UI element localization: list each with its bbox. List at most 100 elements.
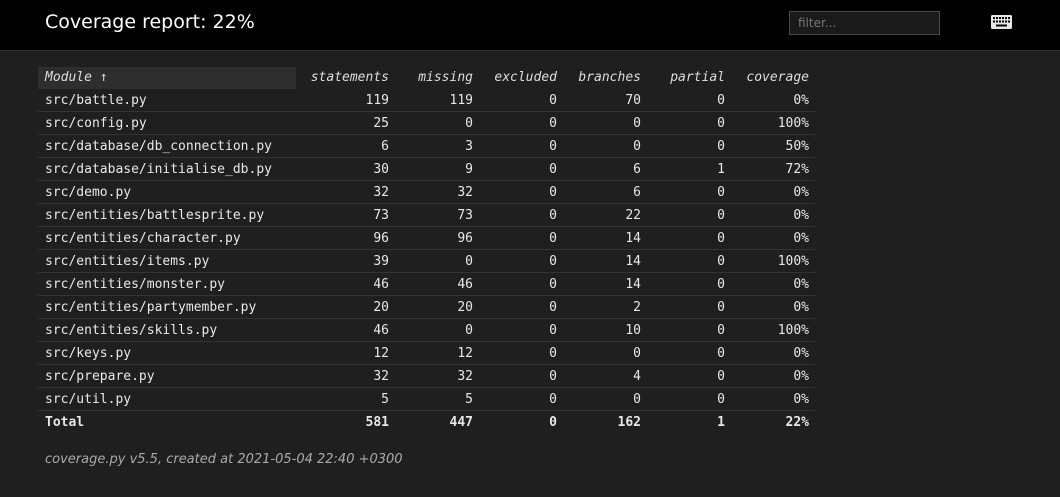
coverage-cell: 100% <box>777 322 809 338</box>
missing-cell: 9 <box>465 161 473 177</box>
coverage-cell: 0% <box>793 368 809 384</box>
missing-cell: 73 <box>457 207 473 223</box>
table-row[interactable]: src/database/db_connection.py 6 3 0 0 0 50% <box>38 135 815 158</box>
branches-cell: 6 <box>633 184 641 200</box>
statements-cell: 46 <box>373 322 389 338</box>
module-link[interactable]: src/keys.py <box>38 346 296 361</box>
branches-cell: 0 <box>633 345 641 361</box>
table-row[interactable]: src/entities/character.py 96 96 0 14 0 0% <box>38 227 815 250</box>
statements-cell: 46 <box>373 276 389 292</box>
module-link[interactable]: src/database/db_connection.py <box>38 139 296 154</box>
column-header-branches[interactable]: branches <box>557 70 641 85</box>
branches-cell: 14 <box>625 230 641 246</box>
column-header-coverage[interactable]: coverage <box>725 70 815 85</box>
partial-cell: 1 <box>717 161 725 177</box>
report-header: Coverage report: 22% <box>0 0 1060 51</box>
total-missing: 447 <box>449 415 473 430</box>
table-header: Module ↑ statements missing excluded bra… <box>38 66 815 89</box>
module-link[interactable]: src/util.py <box>38 392 296 407</box>
missing-cell: 32 <box>457 184 473 200</box>
table-body: src/battle.py 119 119 0 70 0 0% src/config.py 25… <box>38 89 815 411</box>
column-header-partial[interactable]: partial <box>641 70 725 85</box>
total-coverage: 22% <box>785 415 809 430</box>
column-header-excluded[interactable]: excluded <box>473 70 557 85</box>
missing-cell: 0 <box>465 115 473 131</box>
partial-cell: 0 <box>717 345 725 361</box>
missing-cell: 3 <box>465 138 473 154</box>
column-header-statements[interactable]: statements <box>296 70 389 85</box>
statements-cell: 32 <box>373 368 389 384</box>
table-row[interactable]: src/config.py 25 0 0 0 0 100% <box>38 112 815 135</box>
coverage-cell: 0% <box>793 184 809 200</box>
statements-cell: 39 <box>373 253 389 269</box>
module-link[interactable]: src/entities/items.py <box>38 254 296 269</box>
table-row[interactable]: src/prepare.py 32 32 0 4 0 0% <box>38 365 815 388</box>
statements-cell: 6 <box>381 138 389 154</box>
module-link[interactable]: src/database/initialise_db.py <box>38 162 296 177</box>
excluded-cell: 0 <box>549 322 557 338</box>
partial-cell: 0 <box>717 368 725 384</box>
partial-cell: 0 <box>717 322 725 338</box>
missing-cell: 12 <box>457 345 473 361</box>
module-link[interactable]: src/demo.py <box>38 185 296 200</box>
excluded-cell: 0 <box>549 299 557 315</box>
partial-cell: 0 <box>717 138 725 154</box>
total-branches: 162 <box>617 415 641 430</box>
excluded-cell: 0 <box>549 276 557 292</box>
coverage-table: Module ↑ statements missing excluded bra… <box>38 66 815 434</box>
module-link[interactable]: src/entities/battlesprite.py <box>38 208 296 223</box>
page-title: Coverage report: 22% <box>45 11 255 33</box>
excluded-cell: 0 <box>549 161 557 177</box>
coverage-cell: 0% <box>793 207 809 223</box>
branches-cell: 4 <box>633 368 641 384</box>
missing-cell: 20 <box>457 299 473 315</box>
table-row[interactable]: src/entities/skills.py 46 0 0 10 0 100% <box>38 319 815 342</box>
module-link[interactable]: src/battle.py <box>38 93 296 108</box>
excluded-cell: 0 <box>549 230 557 246</box>
module-link[interactable]: src/entities/skills.py <box>38 323 296 338</box>
module-link[interactable]: src/entities/partymember.py <box>38 300 296 315</box>
coverage-cell: 50% <box>785 138 809 154</box>
branches-cell: 0 <box>633 115 641 131</box>
module-link[interactable]: src/entities/monster.py <box>38 277 296 292</box>
branches-cell: 14 <box>625 276 641 292</box>
table-row[interactable]: src/database/initialise_db.py 30 9 0 6 1 72% <box>38 158 815 181</box>
coverage-cell: 0% <box>793 391 809 407</box>
branches-cell: 2 <box>633 299 641 315</box>
statements-cell: 25 <box>373 115 389 131</box>
branches-cell: 10 <box>625 322 641 338</box>
statements-cell: 96 <box>373 230 389 246</box>
coverage-cell: 100% <box>777 253 809 269</box>
module-link[interactable]: src/prepare.py <box>38 369 296 384</box>
statements-cell: 32 <box>373 184 389 200</box>
module-link[interactable]: src/entities/character.py <box>38 231 296 246</box>
column-header-module[interactable]: Module ↑ <box>38 66 296 89</box>
excluded-cell: 0 <box>549 368 557 384</box>
table-row[interactable]: src/battle.py 119 119 0 70 0 0% <box>38 89 815 112</box>
statements-cell: 12 <box>373 345 389 361</box>
missing-cell: 5 <box>465 391 473 407</box>
table-row[interactable]: src/entities/items.py 39 0 0 14 0 100% <box>38 250 815 273</box>
statements-cell: 119 <box>365 92 389 108</box>
branches-cell: 0 <box>633 391 641 407</box>
keyboard-icon[interactable] <box>991 15 1012 29</box>
filter-input[interactable] <box>789 11 940 35</box>
statements-cell: 73 <box>373 207 389 223</box>
column-header-missing[interactable]: missing <box>389 70 473 85</box>
excluded-cell: 0 <box>549 138 557 154</box>
total-label: Total <box>45 415 85 430</box>
branches-cell: 0 <box>633 138 641 154</box>
table-row[interactable]: src/util.py 5 5 0 0 0 0% <box>38 388 815 411</box>
missing-cell: 46 <box>457 276 473 292</box>
coverage-cell: 72% <box>785 161 809 177</box>
module-link[interactable]: src/config.py <box>38 116 296 131</box>
table-row[interactable]: src/entities/monster.py 46 46 0 14 0 0% <box>38 273 815 296</box>
coverage-cell: 0% <box>793 92 809 108</box>
table-row[interactable]: src/entities/partymember.py 20 20 0 2 0 0% <box>38 296 815 319</box>
table-row[interactable]: src/keys.py 12 12 0 0 0 0% <box>38 342 815 365</box>
table-row[interactable]: src/entities/battlesprite.py 73 73 0 22 0 0% <box>38 204 815 227</box>
table-row[interactable]: src/demo.py 32 32 0 6 0 0% <box>38 181 815 204</box>
branches-cell: 22 <box>625 207 641 223</box>
missing-cell: 96 <box>457 230 473 246</box>
coverage-cell: 0% <box>793 230 809 246</box>
